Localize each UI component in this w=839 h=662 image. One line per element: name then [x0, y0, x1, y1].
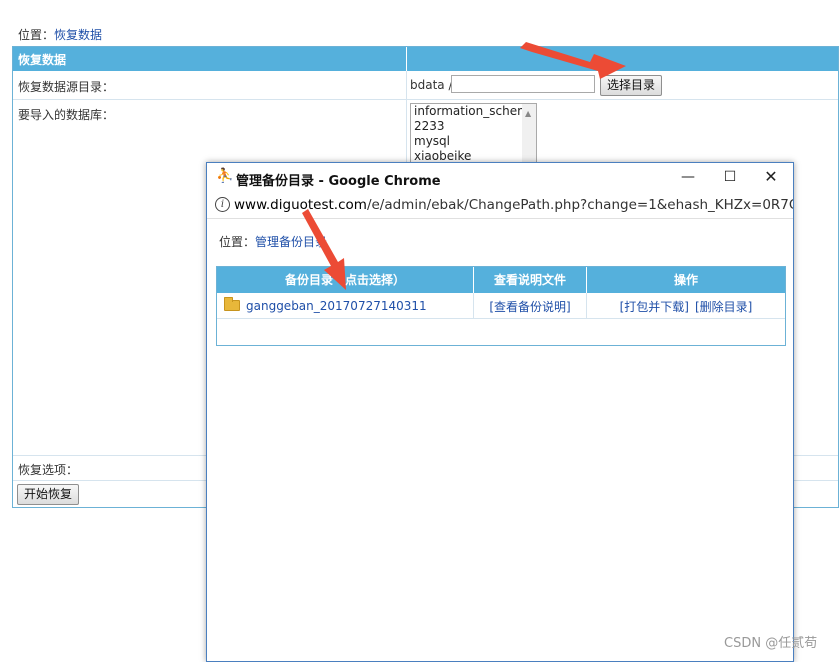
table-row: ganggeban_20170727140311 [查看备份说明] [打包并下载… — [217, 293, 785, 319]
header-backup-dir: 备份目录（点击选择） — [217, 267, 474, 293]
backup-dir-link[interactable]: ganggeban_20170727140311 — [246, 299, 427, 313]
database-option[interactable]: 2233 — [411, 119, 536, 134]
restore-options-label: 恢复选项： — [18, 463, 79, 477]
source-dir-row: 恢复数据源目录： bdata / 选择目录 — [13, 71, 838, 100]
breadcrumb-current[interactable]: 恢复数据 — [54, 28, 102, 42]
top-nav — [0, 0, 839, 6]
view-backup-notes-link[interactable]: [查看备份说明] — [474, 298, 586, 315]
url-domain: www.diguotest.com — [234, 197, 367, 213]
choose-dir-button[interactable]: 选择目录 — [600, 75, 662, 96]
scroll-up-icon[interactable]: ▲ — [525, 109, 531, 118]
listbox-scrollbar[interactable]: ▲ — [522, 104, 536, 164]
url-path: /e/admin/ebak/ChangePath.php?change=1&eh… — [366, 197, 793, 213]
chrome-popup-window: ⛹ 管理备份目录 - Google Chrome — ☐ ✕ i www.dig… — [206, 162, 794, 662]
watermark: CSDN @任贰苟 — [724, 636, 818, 651]
url-text[interactable]: www.diguotest.com/e/admin/ebak/ChangePat… — [234, 197, 793, 213]
operations-cell: [打包并下载] [删除目录] — [587, 298, 785, 315]
window-titlebar[interactable]: ⛹ 管理备份目录 - Google Chrome — ☐ ✕ — [207, 163, 793, 191]
minimize-icon[interactable]: — — [677, 167, 699, 187]
popup-breadcrumb: 位置：管理备份目录 — [219, 233, 327, 250]
breadcrumb-prefix: 位置： — [18, 28, 55, 42]
database-option[interactable]: mysql — [411, 134, 536, 149]
source-dir-prefix: bdata / — [410, 78, 453, 92]
backup-table-header: 备份目录（点击选择） 查看说明文件 操作 — [217, 267, 785, 293]
folder-icon — [224, 297, 240, 311]
start-restore-button[interactable]: 开始恢复 — [17, 484, 79, 505]
pack-download-link[interactable]: [打包并下载] — [620, 300, 689, 314]
column-divider — [406, 71, 407, 99]
header-view-notes: 查看说明文件 — [474, 267, 587, 293]
database-option[interactable]: information_schema — [411, 104, 536, 119]
address-bar[interactable]: i www.diguotest.com/e/admin/ebak/ChangeP… — [207, 192, 793, 219]
breadcrumb: 位置：恢复数据 — [18, 26, 102, 43]
backup-dir-table: 备份目录（点击选择） 查看说明文件 操作 ganggeban_201707271… — [216, 266, 786, 346]
restore-table-title: 恢复数据 — [18, 53, 67, 67]
maximize-icon[interactable]: ☐ — [719, 167, 741, 187]
window-title: 管理备份目录 - Google Chrome — [236, 174, 441, 189]
source-dir-input[interactable] — [451, 75, 595, 93]
database-listbox[interactable]: information_schema 2233 mysql xiaobeike … — [410, 103, 537, 165]
popup-breadcrumb-current[interactable]: 管理备份目录 — [255, 235, 327, 249]
restore-table-header: 恢复数据 — [13, 47, 838, 71]
source-dir-label: 恢复数据源目录： — [18, 80, 115, 94]
close-icon[interactable]: ✕ — [760, 167, 782, 187]
header-left-cell: 恢复数据 — [13, 47, 407, 71]
delete-dir-link[interactable]: [删除目录] — [695, 300, 752, 314]
app-icon: ⛹ — [216, 168, 234, 184]
info-icon[interactable]: i — [215, 197, 230, 212]
popup-breadcrumb-prefix: 位置： — [219, 235, 256, 249]
header-operations: 操作 — [673, 273, 698, 287]
import-db-label: 要导入的数据库： — [18, 108, 115, 122]
